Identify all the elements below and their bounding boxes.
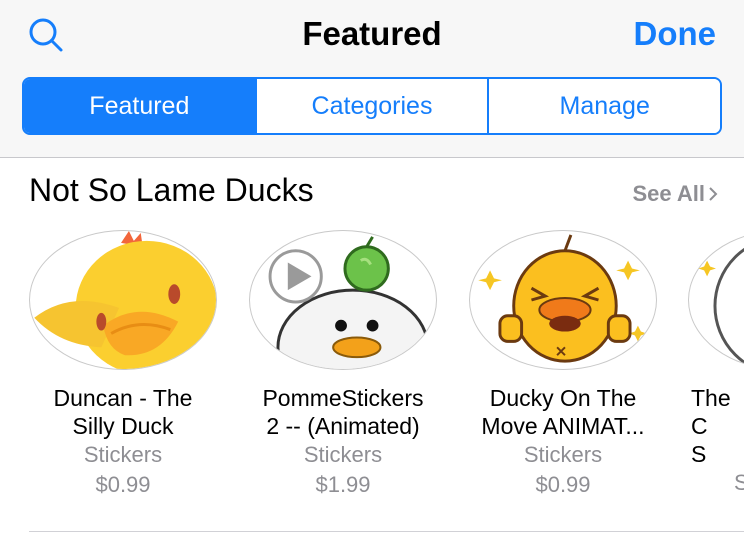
sticker-name: The C S: [691, 385, 731, 467]
section-title: Not So Lame Ducks: [29, 172, 314, 208]
search-button[interactable]: [24, 14, 68, 58]
sticker-name: Duncan - The Silly Duck: [53, 385, 193, 439]
see-all-link[interactable]: See All: [632, 179, 718, 209]
sticker-name: Ducky On The Move ANIMAT...: [481, 385, 645, 439]
sticker-name: PommeStickers 2 -- (Animated): [262, 385, 424, 439]
tab-categories[interactable]: Categories: [254, 79, 488, 133]
yellow-duck-icon: [29, 230, 217, 370]
sticker-card[interactable]: Duncan - The Silly Duck Stickers $0.99: [23, 230, 223, 500]
sticker-kind: Stickers: [83, 442, 163, 467]
sticker-icon: [688, 230, 744, 370]
page-title: Featured: [302, 15, 442, 52]
divider: [29, 531, 744, 532]
sticker-card[interactable]: PommeStickers 2 -- (Animated) Stickers $…: [243, 230, 443, 500]
chevron-right-icon: [709, 187, 718, 201]
sticker-price: $0.99: [535, 472, 591, 497]
search-icon: [29, 18, 63, 52]
see-all-label: See All: [632, 181, 705, 206]
nav-header: Featured Done Featured Categories Manage: [0, 0, 744, 158]
tab-featured[interactable]: Featured: [24, 79, 255, 133]
sticker-kind: Stickers: [303, 442, 383, 467]
sticker-card[interactable]: Ducky On The Move ANIMAT... Stickers $0.…: [463, 230, 663, 500]
tab-manage[interactable]: Manage: [487, 79, 720, 133]
white-bird-apple-icon: [249, 230, 437, 370]
thumbs-up-duck-icon: [469, 230, 657, 370]
sticker-price: $0.99: [95, 472, 151, 497]
segmented-control: Featured Categories Manage: [22, 77, 722, 135]
sticker-kind: S: [734, 470, 744, 495]
sticker-card[interactable]: The C S S: [686, 230, 744, 498]
sticker-kind: Stickers: [523, 442, 603, 467]
done-button[interactable]: Done: [634, 14, 717, 54]
sticker-price: $1.99: [315, 472, 371, 497]
sticker-row: Duncan - The Silly Duck Stickers $0.99 P…: [0, 230, 744, 510]
